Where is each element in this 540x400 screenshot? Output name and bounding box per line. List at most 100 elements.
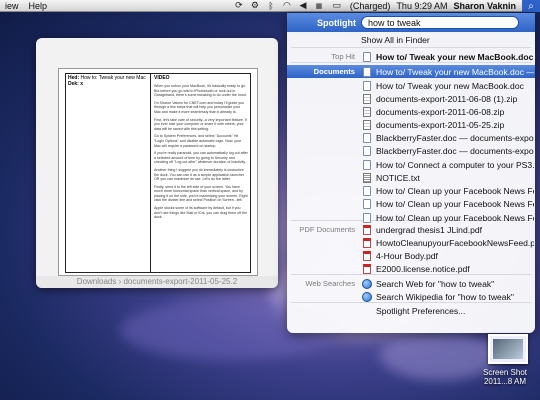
spotlight-result-row[interactable]: documents-export-2011-05-25.zip: [287, 118, 535, 131]
doc-dek: Dek: x: [68, 81, 84, 87]
result-title: Spotlight Preferences...: [376, 305, 466, 316]
battery-icon[interactable]: ▭: [329, 0, 345, 11]
spotlight-result-row[interactable]: PDF Documents undergrad thesis1 JLind.pdf: [287, 223, 535, 236]
desktop-icon-label[interactable]: Screen Shot 2011...8 AM: [470, 368, 540, 386]
spotlight-result-row[interactable]: Search Wikipedia for "how to tweak": [287, 290, 535, 303]
divider: [291, 47, 531, 48]
doc-paragraph: When you unbox your MacBook, it's basica…: [154, 84, 247, 98]
preview-path-caption: Downloads › documents-export-2011-05-25.…: [36, 276, 278, 288]
spotlight-header: Spotlight how to tweak: [287, 13, 535, 32]
table-divider: [150, 74, 151, 272]
spotlight-result-row[interactable]: Web Searches Search Web for "how to tweak…: [287, 277, 535, 290]
doc-head-left: Hed: How to: Tweak your new Mac Dek: x: [68, 75, 148, 87]
spotlight-result-row[interactable]: BlackberryFaster.doc — documents-expor..…: [287, 144, 535, 157]
result-title: E2000.license.notice.pdf: [376, 263, 470, 274]
spotlight-panel: Spotlight how to tweak Show All in Finde…: [287, 13, 535, 333]
result-title: How to/ Clean up your Facebook News Fee.…: [376, 198, 534, 209]
result-title: undergrad thesis1 JLind.pdf: [376, 224, 483, 235]
spotlight-result-row[interactable]: documents-export-2011-06-08.zip: [287, 105, 535, 118]
pdf-icon: [361, 250, 372, 261]
doc-paragraph: First, let's take care of security--a ve…: [154, 117, 247, 131]
doc-icon: [361, 159, 372, 170]
flag-icon[interactable]: ▦: [313, 1, 325, 11]
spotlight-result-row[interactable]: NOTICE.txt: [287, 171, 535, 184]
doc-icon: [361, 198, 372, 209]
result-title: How to/ Connect a computer to your PS3.d…: [376, 159, 534, 170]
spotlight-search-input[interactable]: how to tweak: [361, 16, 519, 29]
doc-icon: [361, 185, 372, 196]
show-all-in-finder[interactable]: Show All in Finder: [287, 33, 535, 46]
result-title: BlackberryFaster.doc — documents-expor..…: [376, 132, 534, 143]
pdf-icon: [361, 224, 372, 235]
menu-help[interactable]: Help: [24, 0, 53, 12]
doc-paragraph: If you're really paranoid, you can autom…: [154, 151, 248, 165]
result-title: NOTICE.txt: [376, 172, 420, 183]
spotlight-result-row[interactable]: Spotlight Preferences...: [287, 304, 535, 317]
gear-icon[interactable]: ⚙: [249, 0, 261, 11]
zip-icon: [361, 93, 372, 104]
result-title: How to/ Tweak your new MacBook.doc —...: [376, 51, 534, 62]
menu-view[interactable]: iew: [0, 0, 24, 12]
doc-paragraph: Apple stocks some of its software by def…: [154, 206, 248, 220]
result-title: How to/ Tweak your new MacBook.doc: [376, 80, 524, 91]
zip-icon: [361, 119, 372, 130]
volume-icon[interactable]: ◀: [297, 0, 309, 11]
doc-icon: [361, 145, 372, 156]
spotlight-result-row[interactable]: How to/ Connect a computer to your PS3.d…: [287, 158, 535, 171]
spotlight-result-row[interactable]: How to/ Tweak your new MacBook.doc: [287, 79, 535, 92]
show-all-label: Show All in Finder: [361, 34, 430, 45]
spotlight-result-row[interactable]: HowtoCleanupyourFacebookNewsFeed.pdf: [287, 236, 535, 249]
doc-paragraph: Firstly, send it to the left side of you…: [154, 184, 248, 203]
doc-video-heading: VIDEO: [154, 75, 170, 81]
result-category: Web Searches: [305, 279, 355, 288]
desktop-icon-label-line1: Screen Shot: [482, 368, 528, 377]
spotlight-result-row[interactable]: How to/ Clean up your Facebook News Feed…: [287, 184, 535, 197]
doc-icon: [361, 80, 372, 91]
spotlight-result-row[interactable]: Top Hit How to/ Tweak your new MacBook.do…: [287, 50, 535, 63]
sync-icon[interactable]: ⟳: [233, 0, 245, 11]
spotlight-result-row[interactable]: 4-Hour Body.pdf: [287, 249, 535, 262]
menu-bar: iew Help ⟳ ⚙ ᛒ ◠ ◀ ▦ ▭ (Charged) Thu 9:2…: [0, 0, 540, 12]
result-title: documents-export-2011-06-08.zip: [376, 106, 505, 117]
wifi-icon[interactable]: ◠: [281, 0, 293, 11]
doc-icon: [361, 66, 372, 77]
document-table: Hed: How to: Tweak your new Mac Dek: x V…: [65, 73, 251, 273]
desktop-icon-label-line2: 2011...8 AM: [483, 377, 527, 386]
pdf-icon: [361, 263, 372, 274]
zip-icon: [361, 106, 372, 117]
result-title: How to/ Tweak your new MacBook.doc —...: [376, 66, 534, 77]
result-title: How to/ Clean up your Facebook News Fee.…: [376, 212, 534, 223]
spotlight-result-row[interactable]: Documents How to/ Tweak your new MacBook.…: [287, 65, 535, 78]
globe-icon: [361, 291, 372, 302]
result-title: BlackberryFaster.doc — documents-expor..…: [376, 145, 534, 156]
screenshot-thumbnail: [493, 339, 523, 359]
result-category: Documents: [313, 67, 355, 76]
result-title: 4-Hour Body.pdf: [376, 250, 438, 261]
doc-body: When you unbox your MacBook, it's basica…: [154, 84, 248, 223]
result-title: How to/ Clean up your Facebook News Feed…: [376, 185, 534, 196]
doc-paragraph: Go to System Preferences, and select "Ac…: [154, 134, 242, 148]
doc-icon: [361, 212, 372, 223]
spotlight-result-row[interactable]: How to/ Clean up your Facebook News Fee.…: [287, 197, 535, 210]
document-page: Hed: How to: Tweak your new Mac Dek: x V…: [58, 68, 258, 276]
result-title: HowtoCleanupyourFacebookNewsFeed.pdf: [376, 237, 534, 248]
result-title: documents-export-2011-06-08 (1).zip: [376, 93, 518, 104]
spotlight-result-row[interactable]: documents-export-2011-06-08 (1).zip: [287, 92, 535, 105]
screenshot-file-icon[interactable]: [488, 334, 528, 364]
result-category: PDF Documents: [299, 225, 355, 234]
pdf-icon: [361, 237, 372, 248]
result-title: documents-export-2011-05-25.zip: [376, 119, 505, 130]
blank-icon: [361, 305, 372, 316]
menu-clock[interactable]: Thu 9:29 AM: [393, 0, 450, 12]
txt-icon: [361, 172, 372, 183]
spotlight-label: Spotlight: [317, 17, 356, 28]
doc-paragraph: Another thing I suggest you do immediate…: [154, 167, 245, 182]
battery-status[interactable]: (Charged): [347, 0, 394, 12]
spotlight-result-row[interactable]: BlackberryFaster.doc — documents-expor..…: [287, 131, 535, 144]
result-title: Search Web for "how to tweak": [376, 278, 495, 289]
bluetooth-icon[interactable]: ᛒ: [265, 1, 277, 11]
result-title: Search Wikipedia for "how to tweak": [376, 291, 514, 302]
spotlight-icon[interactable]: ⌕: [522, 0, 540, 12]
spotlight-result-row[interactable]: E2000.license.notice.pdf: [287, 262, 535, 275]
doc-icon: [361, 132, 372, 143]
